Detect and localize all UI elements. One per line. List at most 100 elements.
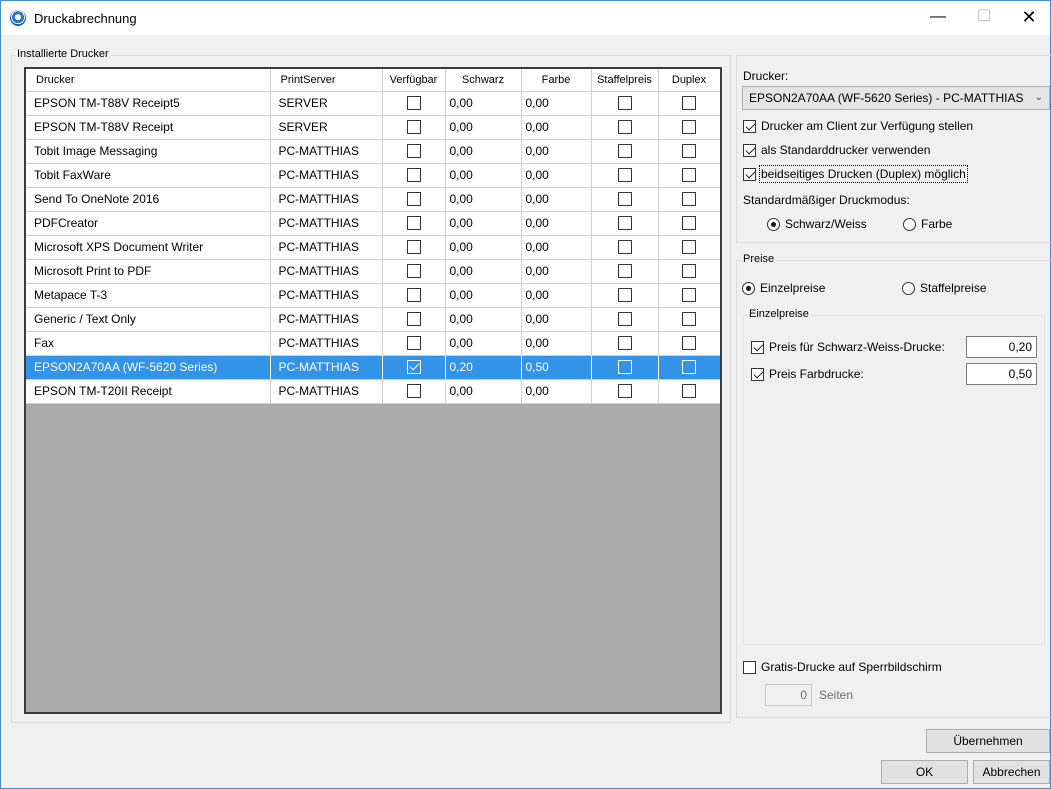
available-checkbox[interactable]	[406, 360, 421, 375]
available-checkbox[interactable]	[406, 216, 421, 231]
tiered-price-checkbox[interactable]	[617, 384, 632, 399]
title-bar[interactable]: Druckabrechnung — ☐ ✕	[1, 1, 1050, 35]
duplex-cell	[658, 115, 720, 140]
duplex-checkbox[interactable]	[682, 120, 696, 135]
tiered-price-checkbox[interactable]	[617, 120, 632, 135]
black-price-cell: 0,00	[445, 115, 522, 140]
column-header[interactable]: Verfügbar	[382, 69, 446, 92]
bw-price-input[interactable]: 0,20	[966, 336, 1037, 358]
available-checkbox[interactable]	[406, 312, 421, 327]
tiered-price-checkbox[interactable]	[617, 216, 632, 231]
black-price-cell: 0,00	[445, 163, 522, 188]
tiered-price-checkbox[interactable]	[617, 144, 632, 159]
cancel-button[interactable]: Abbrechen	[973, 760, 1050, 784]
column-header[interactable]: PrintServer	[270, 69, 383, 92]
client-available-checkbox[interactable]: Drucker am Client zur Verfügung stellen	[743, 119, 973, 133]
duplex-checkbox[interactable]	[682, 264, 696, 279]
color-price-cell: 0,00	[521, 115, 592, 140]
tiered-prices-label: Staffelpreise	[920, 281, 987, 295]
table-row[interactable]: Fax PC-MATTHIAS 0,00 0,00	[26, 331, 720, 356]
available-checkbox[interactable]	[406, 384, 421, 399]
duplex-cell	[658, 331, 720, 356]
color-price-cell: 0,00	[521, 259, 592, 284]
black-price-cell: 0,00	[445, 379, 522, 404]
close-button[interactable]: ✕	[1006, 1, 1051, 35]
available-checkbox[interactable]	[406, 240, 421, 255]
available-checkbox[interactable]	[406, 336, 421, 351]
duplex-checkbox[interactable]	[682, 384, 696, 399]
available-cell	[382, 139, 446, 164]
available-checkbox[interactable]	[406, 264, 421, 279]
table-row[interactable]: Send To OneNote 2016 PC-MATTHIAS 0,00 0,00	[26, 187, 720, 212]
tiered-price-checkbox[interactable]	[617, 288, 632, 303]
tiered-price-checkbox[interactable]	[617, 336, 632, 351]
mode-color-radio[interactable]: Farbe	[903, 217, 952, 231]
available-checkbox[interactable]	[406, 120, 421, 135]
free-prints-checkbox[interactable]: Gratis-Drucke auf Sperrbildschirm	[743, 660, 942, 674]
tiered-price-checkbox[interactable]	[617, 168, 632, 183]
printer-table[interactable]: Drucker PrintServer Verfügbar Schwarz Farbe S…	[24, 67, 722, 714]
column-header[interactable]: Staffelpreis	[591, 69, 659, 92]
duplex-checkbox[interactable]	[682, 240, 696, 255]
table-row[interactable]: EPSON TM-T20II Receipt PC-MATTHIAS 0,00 0,0…	[26, 379, 720, 404]
available-cell	[382, 163, 446, 188]
duplex-checkbox[interactable]	[682, 168, 696, 183]
tiered-prices-radio[interactable]: Staffelpreise	[902, 281, 987, 295]
table-row[interactable]: Microsoft XPS Document Writer PC-MATTHIAS…	[26, 235, 720, 260]
duplex-checkbox[interactable]	[682, 144, 696, 159]
available-checkbox[interactable]	[406, 288, 421, 303]
default-printer-checkbox[interactable]: als Standarddrucker verwenden	[743, 143, 930, 157]
column-header[interactable]: Duplex	[658, 69, 720, 92]
table-row[interactable]: EPSON2A70AA (WF-5620 Series) PC-MATTHIAS 0…	[26, 355, 720, 380]
free-pages-input: 0	[765, 684, 812, 706]
table-row[interactable]: EPSON TM-T88V Receipt5 SERVER 0,00 0,00	[26, 91, 720, 116]
color-price-checkbox[interactable]: Preis Farbdrucke:	[751, 367, 864, 381]
color-price-cell: 0,00	[521, 283, 592, 308]
minimize-button[interactable]: —	[915, 1, 961, 35]
table-row[interactable]: Tobit Image Messaging PC-MATTHIAS 0,00 0,00	[26, 139, 720, 164]
available-checkbox[interactable]	[406, 168, 421, 183]
duplex-cell	[658, 163, 720, 188]
apply-button[interactable]: Übernehmen	[926, 729, 1050, 753]
table-row[interactable]: EPSON TM-T88V Receipt SERVER 0,00 0,00	[26, 115, 720, 140]
duplex-checkbox[interactable]	[682, 216, 696, 231]
tiered-price-checkbox[interactable]	[617, 96, 632, 111]
available-checkbox[interactable]	[406, 192, 421, 207]
print-server-cell: PC-MATTHIAS	[270, 163, 383, 188]
table-row[interactable]: Tobit FaxWare PC-MATTHIAS 0,00 0,00	[26, 163, 720, 188]
printer-select[interactable]: EPSON2A70AA (WF-5620 Series) - PC-MATTHI…	[742, 86, 1050, 110]
table-row[interactable]: PDFCreator PC-MATTHIAS 0,00 0,00	[26, 211, 720, 236]
duplex-cell	[658, 379, 720, 404]
tiered-price-checkbox[interactable]	[617, 240, 632, 255]
color-price-input[interactable]: 0,50	[966, 363, 1037, 385]
duplex-checkbox[interactable]	[682, 336, 696, 351]
table-row[interactable]: Microsoft Print to PDF PC-MATTHIAS 0,00 0,0…	[26, 259, 720, 284]
table-row[interactable]: Metapace T-3 PC-MATTHIAS 0,00 0,00	[26, 283, 720, 308]
color-price-cell: 0,00	[521, 235, 592, 260]
column-header[interactable]: Schwarz	[445, 69, 522, 92]
column-header[interactable]: Farbe	[521, 69, 592, 92]
duplex-checkbox[interactable]	[682, 312, 696, 327]
tiered-price-checkbox[interactable]	[617, 360, 632, 375]
available-checkbox[interactable]	[406, 96, 421, 111]
available-cell	[382, 307, 446, 332]
print-server-cell: SERVER	[270, 115, 383, 140]
tiered-price-checkbox[interactable]	[617, 264, 632, 279]
tiered-price-checkbox[interactable]	[617, 192, 632, 207]
duplex-checkbox[interactable]	[682, 192, 696, 207]
single-prices-radio[interactable]: Einzelpreise	[742, 281, 825, 295]
available-checkbox[interactable]	[406, 144, 421, 159]
tiered-price-checkbox[interactable]	[617, 312, 632, 327]
radio-dot	[742, 281, 755, 295]
duplex-checkbox[interactable]	[682, 96, 696, 111]
duplex-checkbox[interactable]	[682, 360, 696, 375]
duplex-checkbox[interactable]: beidseitiges Drucken (Duplex) möglich	[743, 165, 968, 183]
column-header[interactable]: Drucker	[26, 69, 271, 92]
duplex-checkbox[interactable]	[682, 288, 696, 303]
printer-name-cell: EPSON TM-T88V Receipt	[26, 115, 271, 140]
chevron-down-icon: ⌄	[1034, 92, 1043, 103]
bw-price-checkbox[interactable]: Preis für Schwarz-Weiss-Drucke:	[751, 340, 945, 354]
ok-button[interactable]: OK	[881, 760, 968, 784]
mode-bw-radio[interactable]: Schwarz/Weiss	[767, 217, 867, 231]
table-row[interactable]: Generic / Text Only PC-MATTHIAS 0,00 0,00	[26, 307, 720, 332]
